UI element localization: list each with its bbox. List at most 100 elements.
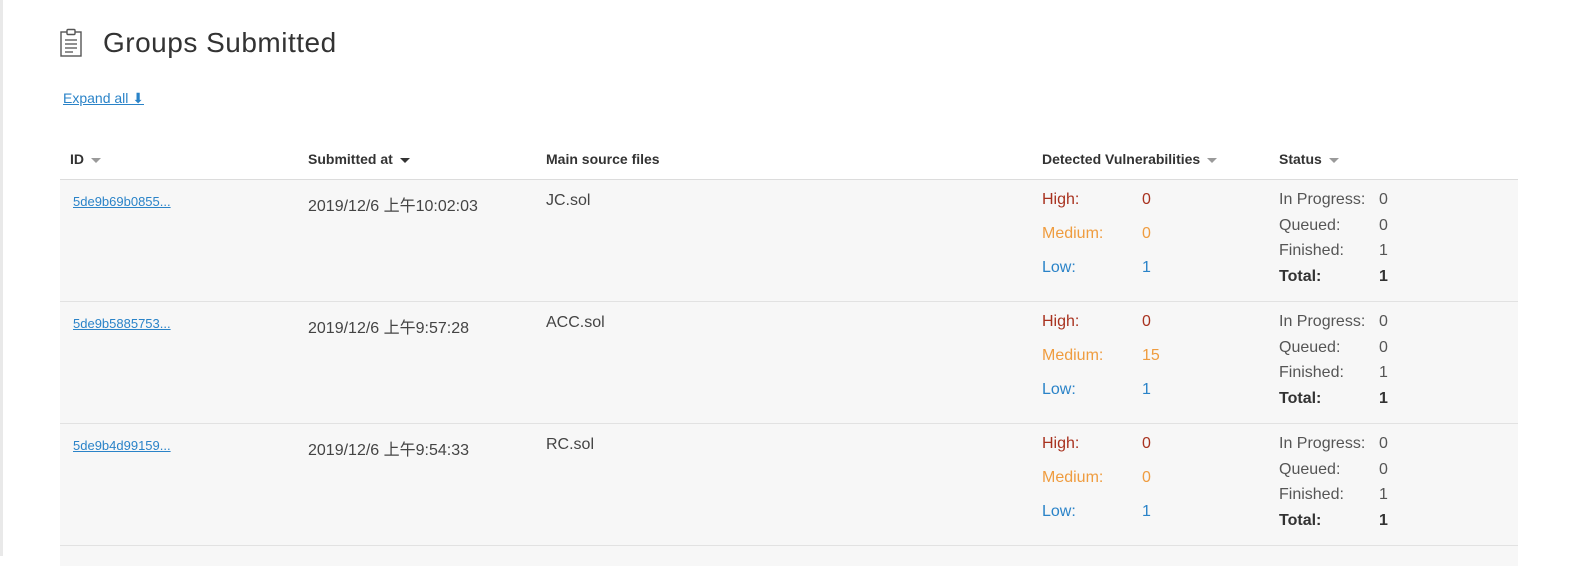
- status-queued: Queued: 0: [1279, 461, 1479, 487]
- table-row-partial: [60, 546, 1518, 566]
- status-count: 1: [1379, 364, 1388, 381]
- status-total: Total: 1: [1279, 390, 1479, 416]
- sort-caret-icon: [1207, 158, 1218, 163]
- status-count: 1: [1379, 267, 1388, 285]
- page: Groups Submitted Expand all ⬇ ID Submitt…: [0, 0, 1579, 566]
- status-count: 0: [1379, 435, 1388, 452]
- status-label: Total:: [1279, 511, 1322, 529]
- groups-table: ID Submitted at Main source files Detect…: [60, 140, 1518, 566]
- status-count: 1: [1379, 486, 1388, 503]
- status-finished: Finished: 1: [1279, 364, 1479, 390]
- vuln-low-label: Low:: [1042, 503, 1076, 520]
- vuln-low: Low: 1: [1042, 259, 1242, 293]
- vuln-high-label: High:: [1042, 191, 1080, 208]
- status-queued: Queued: 0: [1279, 217, 1479, 243]
- status-label: In Progress:: [1279, 313, 1366, 330]
- status-label: In Progress:: [1279, 435, 1366, 452]
- column-header-label: Detected Vulnerabilities: [1042, 151, 1201, 167]
- table-row: 5de9b4d99159... 2019/12/6 上午9:54:33 RC.s…: [60, 424, 1518, 546]
- column-header-submitted-at[interactable]: Submitted at: [308, 151, 410, 167]
- table-row: 5de9b5885753... 2019/12/6 上午9:57:28 ACC.…: [60, 302, 1518, 424]
- vuln-low-count: 1: [1142, 503, 1151, 520]
- vuln-low-label: Low:: [1042, 381, 1076, 398]
- status-label: Total:: [1279, 389, 1322, 407]
- status-count: 1: [1379, 511, 1388, 529]
- vuln-medium-label: Medium:: [1042, 347, 1104, 364]
- main-source-file: ACC.sol: [546, 314, 605, 331]
- page-title: Groups Submitted: [103, 27, 337, 58]
- expand-all-link[interactable]: Expand all ⬇: [63, 90, 144, 107]
- clipboard-icon: [60, 28, 82, 57]
- submitted-at: 2019/12/6 上午10:02:03: [308, 198, 478, 215]
- vuln-medium-label: Medium:: [1042, 469, 1104, 486]
- status-count: 0: [1379, 460, 1388, 478]
- status-in-progress: In Progress: 0: [1279, 191, 1479, 217]
- vuln-high: High: 0: [1042, 435, 1242, 469]
- vuln-high-label: High:: [1042, 313, 1080, 330]
- vuln-low: Low: 1: [1042, 381, 1242, 415]
- vuln-low-count: 1: [1142, 381, 1151, 398]
- vuln-medium-label: Medium:: [1042, 225, 1104, 242]
- vuln-medium-count: 15: [1142, 347, 1160, 364]
- vuln-medium-count: 0: [1142, 469, 1151, 486]
- page-header: Groups Submitted: [59, 27, 337, 59]
- status-total: Total: 1: [1279, 512, 1479, 538]
- table-row: 5de9b69b0855... 2019/12/6 上午10:02:03 JC.…: [60, 180, 1518, 302]
- vuln-medium-count: 0: [1142, 225, 1151, 242]
- main-source-file: RC.sol: [546, 436, 595, 453]
- column-header-label: Main source files: [546, 151, 660, 167]
- submitted-at: 2019/12/6 上午9:54:33: [308, 442, 470, 459]
- status-finished: Finished: 1: [1279, 242, 1479, 268]
- group-id-link[interactable]: 5de9b4d99159...: [73, 438, 171, 453]
- status-count: 0: [1379, 191, 1388, 208]
- column-header-status[interactable]: Status: [1279, 151, 1339, 167]
- status-summary: In Progress: 0 Queued: 0 Finished: 1 Tot…: [1279, 313, 1479, 415]
- group-id-link[interactable]: 5de9b5885753...: [73, 316, 171, 331]
- vuln-high-count: 0: [1142, 313, 1151, 330]
- status-count: 1: [1379, 389, 1388, 407]
- column-header-label: ID: [70, 151, 84, 167]
- sort-caret-icon: [91, 158, 101, 163]
- vuln-low-count: 1: [1142, 259, 1151, 276]
- vuln-medium: Medium: 0: [1042, 225, 1242, 259]
- status-label: Finished:: [1279, 242, 1344, 259]
- vuln-high: High: 0: [1042, 191, 1242, 225]
- vuln-medium: Medium: 15: [1042, 347, 1242, 381]
- sort-caret-icon: [1328, 158, 1339, 163]
- vuln-low-label: Low:: [1042, 259, 1076, 276]
- status-count: 1: [1379, 242, 1388, 259]
- status-in-progress: In Progress: 0: [1279, 313, 1479, 339]
- column-header-detected-vulnerabilities[interactable]: Detected Vulnerabilities: [1042, 151, 1218, 167]
- status-summary: In Progress: 0 Queued: 0 Finished: 1 Tot…: [1279, 435, 1479, 537]
- status-label: Total:: [1279, 267, 1322, 285]
- status-total: Total: 1: [1279, 268, 1479, 294]
- status-label: Queued:: [1279, 338, 1341, 356]
- status-queued: Queued: 0: [1279, 339, 1479, 365]
- status-label: Queued:: [1279, 460, 1341, 478]
- status-label: Queued:: [1279, 216, 1341, 234]
- vuln-medium: Medium: 0: [1042, 469, 1242, 503]
- status-label: Finished:: [1279, 364, 1344, 381]
- status-finished: Finished: 1: [1279, 486, 1479, 512]
- table-header: ID Submitted at Main source files Detect…: [60, 140, 1518, 180]
- vuln-high: High: 0: [1042, 313, 1242, 347]
- column-header-label: Status: [1279, 151, 1322, 167]
- status-label: Finished:: [1279, 486, 1344, 503]
- vulnerability-summary: High: 0 Medium: 0 Low: 1: [1042, 435, 1242, 537]
- vulnerability-summary: High: 0 Medium: 15 Low: 1: [1042, 313, 1242, 415]
- vuln-high-count: 0: [1142, 191, 1151, 208]
- sort-caret-icon: [399, 158, 410, 163]
- status-count: 0: [1379, 313, 1388, 330]
- column-header-label: Submitted at: [308, 151, 393, 167]
- vuln-high-label: High:: [1042, 435, 1080, 452]
- vuln-low: Low: 1: [1042, 503, 1242, 537]
- main-source-file: JC.sol: [546, 192, 591, 209]
- vulnerability-summary: High: 0 Medium: 0 Low: 1: [1042, 191, 1242, 293]
- status-in-progress: In Progress: 0: [1279, 435, 1479, 461]
- group-id-link[interactable]: 5de9b69b0855...: [73, 194, 171, 209]
- status-count: 0: [1379, 216, 1388, 234]
- submitted-at: 2019/12/6 上午9:57:28: [308, 320, 470, 337]
- column-header-id[interactable]: ID: [70, 151, 101, 167]
- status-summary: In Progress: 0 Queued: 0 Finished: 1 Tot…: [1279, 191, 1479, 293]
- vuln-high-count: 0: [1142, 435, 1151, 452]
